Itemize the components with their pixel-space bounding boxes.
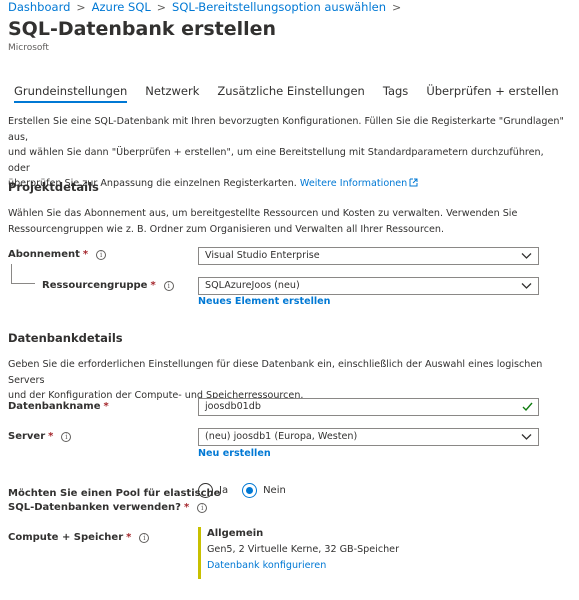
- chevron-right-icon: >: [76, 0, 86, 14]
- compute-storage-label: Compute + Speicher * i: [8, 532, 150, 543]
- database-details-desc: Geben Sie die erforderlichen Einstellung…: [8, 359, 543, 401]
- info-icon[interactable]: i: [96, 249, 107, 260]
- radio-unchecked[interactable]: [198, 483, 213, 498]
- server-label: Server * i: [8, 431, 72, 442]
- tab-basics[interactable]: Grundeinstellungen: [14, 84, 128, 103]
- chevron-right-icon: >: [392, 0, 402, 14]
- breadcrumb-dashboard[interactable]: Dashboard: [8, 0, 70, 14]
- info-icon[interactable]: i: [61, 431, 72, 442]
- chevron-down-icon: [521, 434, 532, 440]
- tab-tags[interactable]: Tags: [383, 84, 408, 103]
- server-dropdown[interactable]: (neu) joosdb1 (Europa, Westen): [198, 428, 539, 446]
- subscription-dropdown[interactable]: Visual Studio Enterprise: [198, 247, 539, 265]
- compute-specs: Gen5, 2 Virtuelle Kerne, 32 GB-Speicher: [207, 544, 400, 555]
- tab-networking[interactable]: Netzwerk: [145, 84, 199, 103]
- elastic-pool-no[interactable]: Nein: [242, 483, 286, 498]
- learn-more-link[interactable]: Weitere Informationen: [300, 178, 407, 189]
- project-details-desc: Wählen Sie das Abonnement aus, um bereit…: [8, 208, 518, 235]
- info-icon[interactable]: i: [163, 280, 174, 291]
- chevron-down-icon: [521, 253, 532, 259]
- elastic-pool-label: Möchten Sie einen Pool für elastische SQ…: [8, 488, 221, 513]
- resource-group-label: Ressourcengruppe * i: [42, 280, 174, 291]
- info-icon[interactable]: i: [139, 532, 150, 543]
- info-icon[interactable]: i: [197, 503, 208, 513]
- compute-summary: Allgemein Gen5, 2 Virtuelle Kerne, 32 GB…: [198, 527, 538, 579]
- chevron-down-icon: [521, 283, 532, 289]
- new-server-link[interactable]: Neu erstellen: [198, 448, 271, 459]
- page-title: SQL-Datenbank erstellen: [8, 18, 277, 40]
- elastic-pool-radio-group: Ja Nein: [198, 483, 300, 498]
- publisher-label: Microsoft: [8, 43, 49, 53]
- tab-additional-settings[interactable]: Zusätzliche Einstellungen: [217, 84, 364, 103]
- tab-bar: Grundeinstellungen Netzwerk Zusätzliche …: [14, 84, 577, 103]
- chevron-right-icon: >: [156, 0, 167, 14]
- radio-checked[interactable]: [242, 483, 258, 498]
- breadcrumb-deployment-option[interactable]: SQL-Bereitstellungsoption auswählen: [172, 0, 386, 14]
- checkmark-icon: [522, 402, 533, 412]
- new-resource-group-link[interactable]: Neues Element erstellen: [198, 296, 331, 307]
- resource-group-dropdown[interactable]: SQLAzureJoos (neu): [198, 277, 539, 295]
- breadcrumb-azure-sql[interactable]: Azure SQL: [92, 0, 151, 14]
- tree-connector: [11, 264, 35, 284]
- compute-tier: Allgemein: [207, 528, 264, 539]
- configure-database-link[interactable]: Datenbank konfigurieren: [207, 559, 538, 573]
- tab-review-create[interactable]: Überprüfen + erstellen: [426, 84, 558, 103]
- database-name-input[interactable]: joosdb01db: [198, 398, 539, 416]
- database-name-label: Datenbankname *: [8, 401, 109, 412]
- breadcrumb: Dashboard > Azure SQL > SQL-Bereitstellu…: [8, 0, 407, 14]
- external-link-icon: [409, 178, 418, 187]
- elastic-pool-yes[interactable]: Ja: [198, 483, 228, 498]
- database-details-title: Datenbankdetails: [8, 331, 123, 345]
- project-details-title: Projektdetails: [8, 180, 99, 194]
- subscription-label: Abonnement * i: [8, 249, 107, 260]
